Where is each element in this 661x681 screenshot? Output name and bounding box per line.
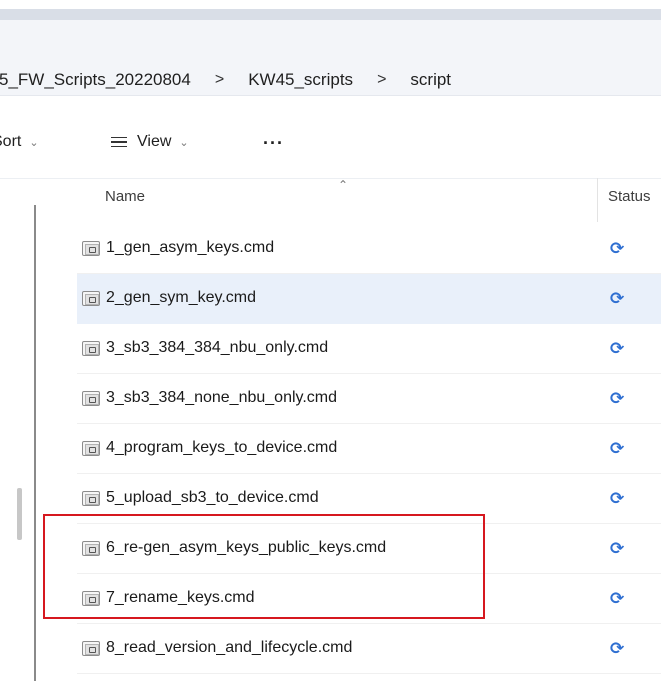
file-row[interactable]: 8_read_version_and_lifecycle.cmd ⟳: [77, 624, 661, 674]
sync-pending-icon: ⟳: [610, 489, 625, 508]
cmd-file-icon: [82, 441, 100, 456]
view-lines-icon: [111, 136, 127, 148]
sync-pending-icon: ⟳: [610, 339, 625, 358]
breadcrumb-separator[interactable]: >: [377, 71, 386, 89]
sync-pending-icon: ⟳: [610, 239, 625, 258]
file-name: 5_upload_sb3_to_device.cmd: [106, 489, 319, 506]
cmd-file-icon: [82, 391, 100, 406]
sync-pending-icon: ⟳: [610, 639, 625, 658]
file-name: 2_gen_sym_key.cmd: [106, 289, 256, 306]
file-name: 3_sb3_384_384_nbu_only.cmd: [106, 339, 329, 356]
sync-pending-icon: ⟳: [610, 389, 625, 408]
file-row[interactable]: 1_gen_asym_keys.cmd ⟳: [77, 224, 661, 274]
column-divider[interactable]: [597, 178, 598, 222]
file-row[interactable]: 3_sb3_384_none_nbu_only.cmd ⟳: [77, 374, 661, 424]
file-name: 1_gen_asym_keys.cmd: [106, 239, 275, 256]
breadcrumb-item-kw45-scripts[interactable]: KW45_scripts: [246, 70, 355, 90]
annotation-highlight-box: [43, 514, 485, 619]
window-top-strip: [0, 0, 661, 20]
view-label: View: [137, 133, 172, 150]
navigation-pane-scrollbar[interactable]: [17, 488, 22, 540]
file-name: 3_sb3_384_none_nbu_only.cmd: [106, 389, 338, 406]
column-header-status[interactable]: Status: [608, 188, 651, 205]
chevron-down-icon: ⌄: [29, 136, 39, 149]
navigation-pane-divider: [34, 205, 36, 681]
view-button[interactable]: View ⌄: [111, 130, 189, 154]
command-bar: [0, 97, 661, 179]
column-header-name[interactable]: Name: [105, 188, 145, 205]
column-header-row: ⌃ Name Status: [77, 178, 661, 222]
file-row[interactable]: 4_program_keys_to_device.cmd ⟳: [77, 424, 661, 474]
file-name: 4_program_keys_to_device.cmd: [106, 439, 338, 456]
sync-pending-icon: ⟳: [610, 539, 625, 558]
file-name: 8_read_version_and_lifecycle.cmd: [106, 639, 353, 656]
breadcrumb-item-fw-scripts[interactable]: 5_FW_Scripts_20220804: [0, 70, 193, 90]
sort-label: Sort: [0, 133, 22, 150]
breadcrumb-separator[interactable]: >: [215, 71, 224, 89]
sort-ascending-icon: ⌃: [338, 178, 349, 192]
cmd-file-icon: [82, 341, 100, 356]
breadcrumb: 5_FW_Scripts_20220804 > KW45_scripts > s…: [0, 66, 453, 94]
sync-pending-icon: ⟳: [610, 289, 625, 308]
sync-pending-icon: ⟳: [610, 589, 625, 608]
address-bar[interactable]: 5_FW_Scripts_20220804 > KW45_scripts > s…: [0, 20, 661, 96]
cmd-file-icon: [82, 641, 100, 656]
sort-button[interactable]: Sort ⌄: [0, 130, 39, 154]
sync-pending-icon: ⟳: [610, 439, 625, 458]
cmd-file-icon: [82, 241, 100, 256]
chevron-down-icon: ⌄: [179, 136, 189, 149]
title-bar-edge: [0, 9, 661, 20]
more-options-button[interactable]: ...: [263, 126, 284, 150]
cmd-file-icon: [82, 491, 100, 506]
file-row[interactable]: 3_sb3_384_384_nbu_only.cmd ⟳: [77, 324, 661, 374]
file-row[interactable]: 2_gen_sym_key.cmd ⟳: [77, 274, 661, 324]
cmd-file-icon: [82, 291, 100, 306]
breadcrumb-item-script[interactable]: script: [408, 70, 453, 90]
